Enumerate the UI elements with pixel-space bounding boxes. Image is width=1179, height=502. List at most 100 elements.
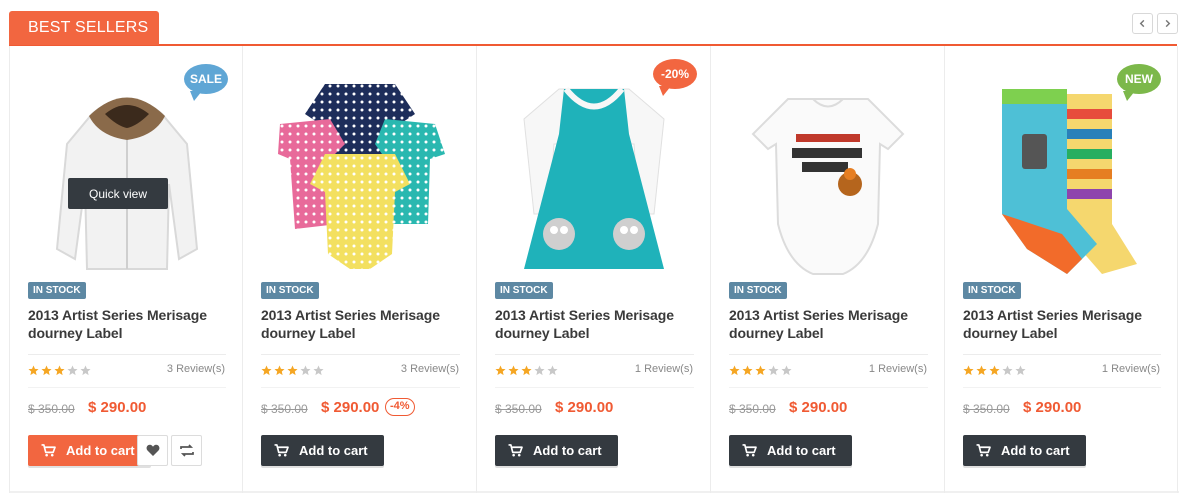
product-card: SALE Quick view IN STOCK 2013 Artist Ser…: [9, 46, 243, 493]
review-count-link[interactable]: 1 Review(s): [1102, 363, 1160, 375]
wishlist-button[interactable]: [137, 435, 168, 466]
old-price: $ 350.00: [28, 402, 75, 416]
old-price: $ 350.00: [729, 402, 776, 416]
star-icon: [768, 365, 779, 376]
divider: [261, 387, 460, 388]
star-icon: [508, 365, 519, 376]
star-icon: [1015, 365, 1026, 376]
striped-socks-product-image[interactable]: [963, 68, 1161, 290]
product-title[interactable]: 2013 Artist Series Merisage dourney Labe…: [28, 306, 228, 342]
star-icon: [1002, 365, 1013, 376]
product-title[interactable]: 2013 Artist Series Merisage dourney Labe…: [963, 306, 1163, 342]
product-badge: SALE: [184, 64, 228, 101]
add-to-cart-label: Add to cart: [66, 443, 135, 458]
star-icon: [287, 365, 298, 376]
rating-stars: [729, 365, 792, 376]
star-icon: [28, 365, 39, 376]
section-title: BEST SELLERS: [9, 11, 159, 45]
add-to-cart-button[interactable]: Add to cart: [495, 435, 618, 466]
product-badge: NEW: [1117, 64, 1161, 101]
add-to-cart-button[interactable]: Add to cart: [729, 435, 852, 466]
chevron-left-icon: [1139, 19, 1145, 28]
carousel-prev-button[interactable]: [1132, 13, 1153, 34]
add-to-cart-button[interactable]: Add to cart: [28, 435, 151, 466]
review-count-link[interactable]: 1 Review(s): [635, 363, 693, 375]
add-to-cart-button[interactable]: Add to cart: [261, 435, 384, 466]
star-icon: [261, 365, 272, 376]
divider: [729, 354, 928, 355]
stock-badge: IN STOCK: [261, 282, 319, 299]
rating-stars: [261, 365, 324, 376]
rating-stars: [28, 365, 91, 376]
product-card: IN STOCK 2013 Artist Series Merisage dou…: [243, 46, 477, 493]
star-icon: [495, 365, 506, 376]
divider: [729, 387, 928, 388]
product-badge: -20%: [653, 59, 697, 96]
turkey-day-onesie-product-image[interactable]: [729, 68, 927, 290]
star-icon: [80, 365, 91, 376]
star-icon: [989, 365, 1000, 376]
review-count-link[interactable]: 3 Review(s): [167, 363, 225, 375]
chevron-right-icon: [1165, 19, 1171, 28]
quick-view-button[interactable]: Quick view: [68, 178, 168, 209]
star-icon: [54, 365, 65, 376]
add-to-cart-button[interactable]: Add to cart: [963, 435, 1086, 466]
shopping-cart-icon: [508, 444, 523, 457]
current-price: $ 290.00: [789, 399, 848, 416]
divider: [261, 354, 460, 355]
add-to-cart-label: Add to cart: [533, 443, 602, 458]
star-icon: [781, 365, 792, 376]
product-title[interactable]: 2013 Artist Series Merisage dourney Labe…: [729, 306, 929, 342]
product-card: NEW IN STOCK 2013 Artist Series Merisage…: [945, 46, 1178, 493]
rating-stars: [963, 365, 1026, 376]
section-header: BEST SELLERS: [9, 10, 1178, 46]
star-icon: [300, 365, 311, 376]
shopping-cart-icon: [742, 444, 757, 457]
heart-icon: [146, 444, 159, 456]
old-price: $ 350.00: [495, 402, 542, 416]
current-price: $ 290.00: [1023, 399, 1082, 416]
star-icon: [976, 365, 987, 376]
product-card: IN STOCK 2013 Artist Series Merisage dou…: [711, 46, 945, 493]
product-title[interactable]: 2013 Artist Series Merisage dourney Labe…: [261, 306, 461, 342]
product-title[interactable]: 2013 Artist Series Merisage dourney Labe…: [495, 306, 695, 342]
star-icon: [521, 365, 532, 376]
old-price: $ 350.00: [261, 402, 308, 416]
stock-badge: IN STOCK: [963, 282, 1021, 299]
discount-badge: -4%: [385, 398, 415, 416]
divider: [495, 387, 694, 388]
product-card: -20% IN STOCK 2013 Artist Series Merisag…: [477, 46, 711, 493]
star-icon: [963, 365, 974, 376]
polka-dot-bodysuits-product-image[interactable]: [261, 68, 459, 290]
star-icon: [313, 365, 324, 376]
star-icon: [41, 365, 52, 376]
divider: [495, 354, 694, 355]
current-price: $ 290.00: [321, 399, 380, 416]
old-price: $ 350.00: [963, 402, 1010, 416]
add-to-cart-label: Add to cart: [299, 443, 368, 458]
compare-button[interactable]: [171, 435, 202, 466]
star-icon: [729, 365, 740, 376]
teal-owl-dress-product-image[interactable]: [495, 68, 693, 290]
shopping-cart-icon: [41, 444, 56, 457]
current-price: $ 290.00: [555, 399, 614, 416]
carousel-next-button[interactable]: [1157, 13, 1178, 34]
stock-badge: IN STOCK: [495, 282, 553, 299]
rating-stars: [495, 365, 558, 376]
review-count-link[interactable]: 3 Review(s): [401, 363, 459, 375]
star-icon: [534, 365, 545, 376]
stock-badge: IN STOCK: [729, 282, 787, 299]
divider: [28, 387, 226, 388]
divider: [963, 354, 1161, 355]
star-icon: [547, 365, 558, 376]
shopping-cart-icon: [976, 444, 991, 457]
star-icon: [67, 365, 78, 376]
product-carousel: SALE Quick view IN STOCK 2013 Artist Ser…: [9, 46, 1179, 493]
stock-badge: IN STOCK: [28, 282, 86, 299]
shopping-cart-icon: [274, 444, 289, 457]
divider: [28, 354, 226, 355]
star-icon: [274, 365, 285, 376]
review-count-link[interactable]: 1 Review(s): [869, 363, 927, 375]
star-icon: [755, 365, 766, 376]
current-price: $ 290.00: [88, 399, 147, 416]
